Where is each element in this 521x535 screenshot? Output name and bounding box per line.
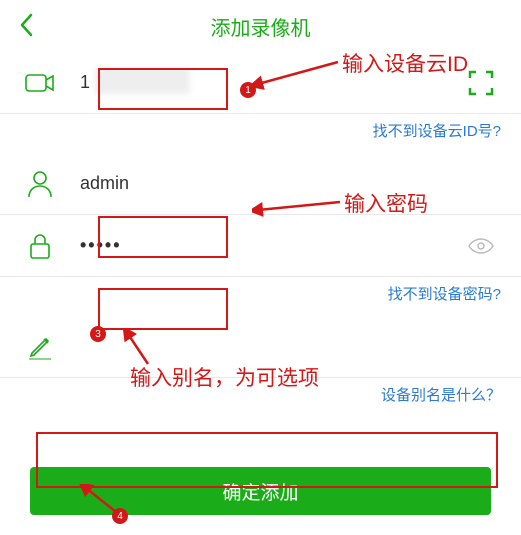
user-icon [20, 170, 60, 198]
password-input[interactable] [80, 235, 461, 256]
annotation-text-2: 输入密码 [344, 188, 428, 218]
annotation-text-3: 输入别名，为可选项 [130, 362, 319, 392]
annotation-badge-4: 4 [112, 508, 128, 524]
password-row [0, 215, 521, 277]
username-row [0, 153, 521, 215]
pencil-icon [20, 334, 60, 360]
eye-icon[interactable] [461, 237, 501, 255]
page-title: 添加录像机 [0, 12, 521, 41]
lock-icon [20, 232, 60, 260]
annotation-badge-1: 1 [240, 82, 256, 98]
username-input[interactable] [80, 173, 501, 194]
alias-input[interactable] [80, 336, 501, 357]
help-find-pwd[interactable]: 找不到设备密码? [0, 277, 521, 316]
camera-icon [20, 72, 60, 94]
annotation-text-1: 输入设备云ID [342, 48, 468, 78]
annotation-badge-3: 3 [90, 326, 106, 342]
help-find-id[interactable]: 找不到设备云ID号? [0, 114, 521, 153]
back-chevron-icon[interactable] [18, 12, 36, 45]
confirm-add-button[interactable]: 确定添加 [30, 467, 491, 515]
